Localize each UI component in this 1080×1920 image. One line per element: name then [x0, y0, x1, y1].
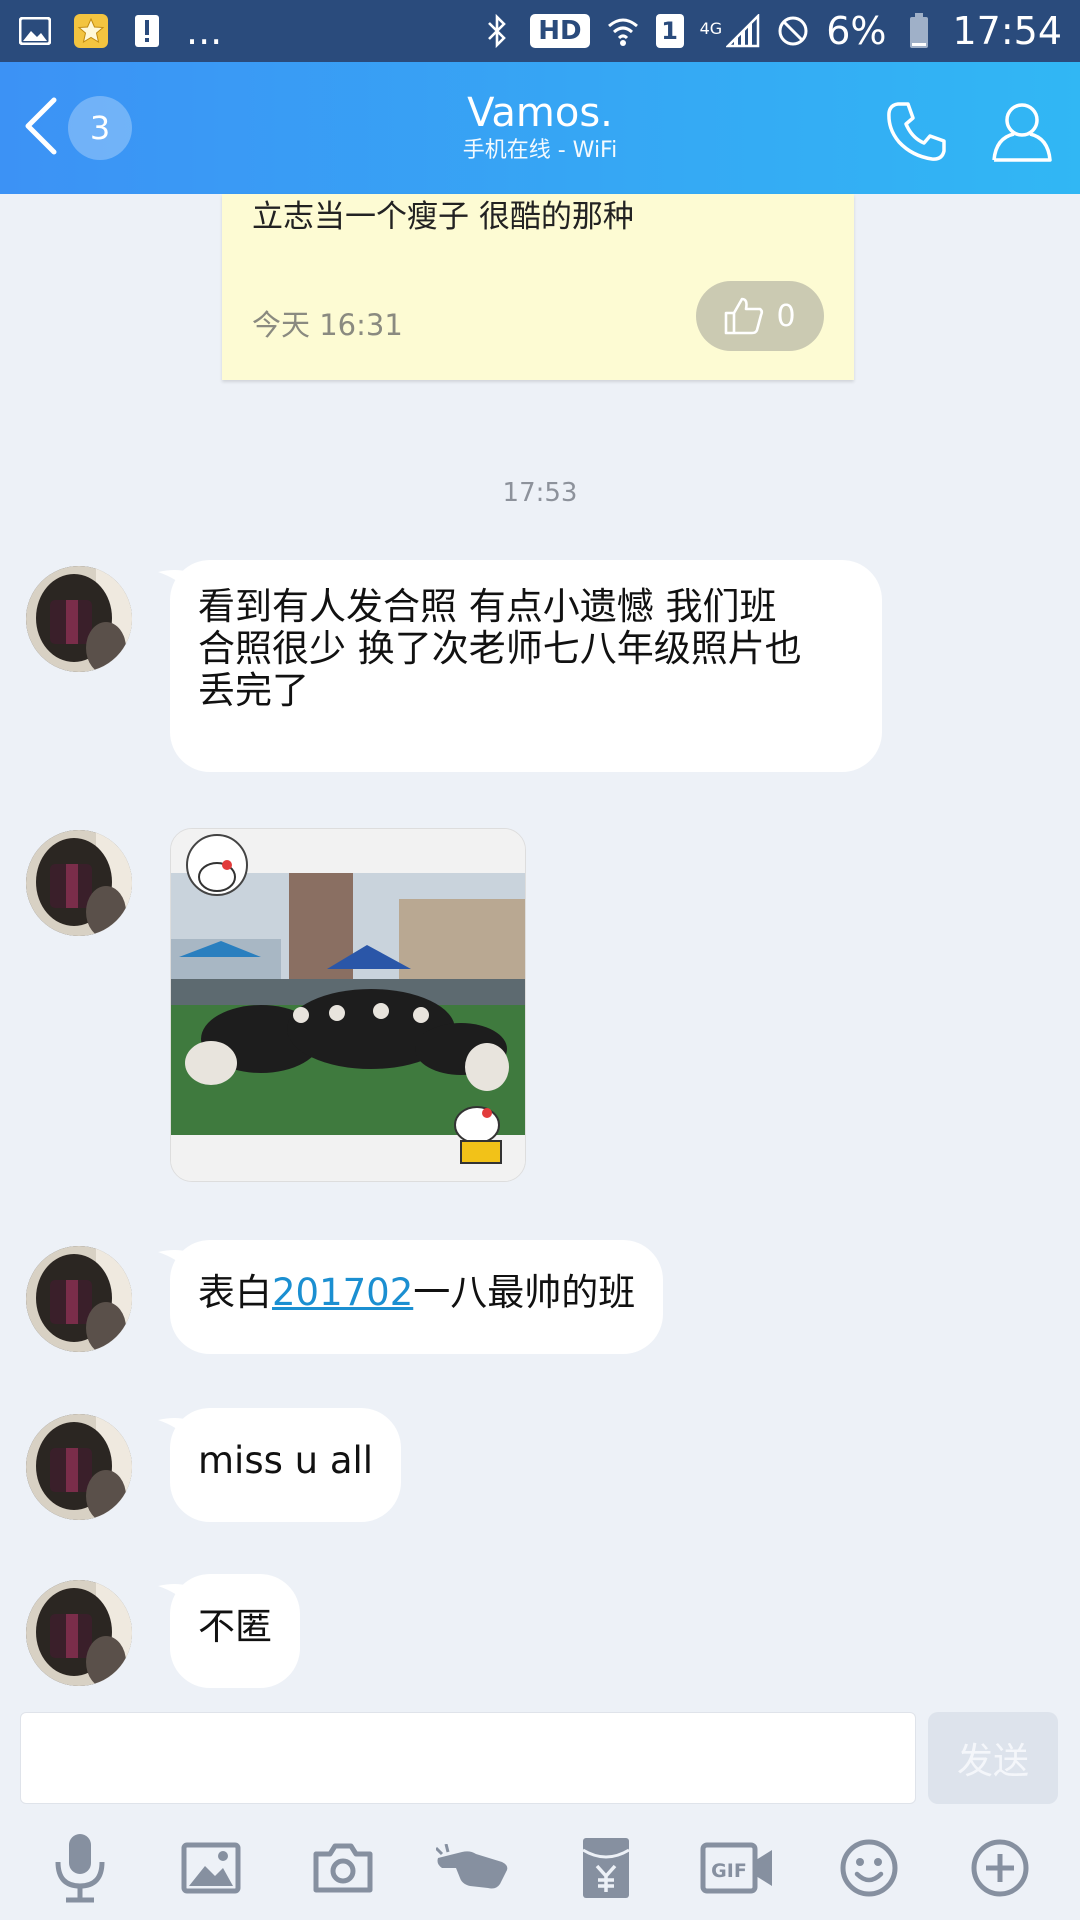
call-button[interactable]	[884, 98, 950, 164]
poke-button[interactable]	[434, 1828, 514, 1908]
note-text: 立志当一个瘦子 很酷的那种	[252, 199, 634, 235]
avatar-image	[26, 1414, 132, 1520]
clock: 17:54	[952, 9, 1062, 53]
note-time: 今天 16:31	[252, 308, 403, 342]
avatar[interactable]	[26, 830, 132, 936]
emoji-icon	[840, 1839, 898, 1897]
bluetooth-icon	[480, 14, 514, 48]
message-bubble[interactable]: 不匿	[170, 1574, 300, 1688]
avatar[interactable]	[26, 1246, 132, 1352]
avatar-image	[26, 1246, 132, 1352]
person-icon	[992, 103, 1052, 162]
camera-button[interactable]	[303, 1828, 383, 1908]
microphone-icon	[55, 1834, 105, 1903]
alert-notification-icon	[130, 14, 164, 48]
avatar[interactable]	[26, 1414, 132, 1520]
message-bubble[interactable]: miss u all	[170, 1408, 402, 1522]
message-bubble[interactable]: 看到有人发合照 有点小遗憾 我们班 合照很少 换了次老师七八年级照片也 丢完了	[170, 560, 882, 772]
image-icon	[181, 1842, 241, 1894]
chat-header: 3 Vamos. 手机在线 - WiFi	[0, 62, 1080, 194]
battery-percent: 6%	[826, 9, 887, 53]
message-line: 合照很少 换了次老师七八年级照片也	[198, 627, 802, 670]
gif-button[interactable]: GIF	[697, 1828, 777, 1908]
message-text: miss u all	[198, 1439, 374, 1482]
gif-icon: GIF	[700, 1842, 773, 1894]
status-bar: ... HD 1 4G 6% 17:54	[0, 0, 1080, 62]
do-not-disturb-icon	[776, 14, 810, 48]
app-notification-icon	[74, 14, 108, 48]
phone-icon	[887, 102, 946, 161]
message-bubble[interactable]: 表白201702一八最帅的班	[170, 1240, 664, 1354]
camera-icon	[313, 1843, 373, 1893]
wifi-icon	[606, 14, 640, 48]
like-button[interactable]: 0	[696, 281, 824, 351]
message-input[interactable]	[20, 1712, 916, 1804]
photo-message[interactable]	[170, 828, 526, 1182]
signal-icon	[726, 14, 760, 48]
plus-icon	[971, 1839, 1029, 1897]
avatar[interactable]	[26, 566, 132, 672]
input-toolbar: GIF	[0, 1816, 1080, 1920]
sim-badge: 1	[655, 14, 684, 48]
thumbs-up-icon	[725, 297, 764, 335]
profile-button[interactable]	[990, 98, 1054, 164]
like-count: 0	[776, 298, 796, 334]
more-notifications: ...	[186, 9, 223, 53]
send-button[interactable]: 发送	[928, 1712, 1058, 1804]
more-button[interactable]	[960, 1828, 1040, 1908]
poke-icon	[436, 1844, 508, 1889]
avatar-image	[26, 566, 132, 672]
gallery-notification-icon	[18, 14, 52, 48]
time-divider: 17:53	[502, 478, 578, 508]
red-packet-icon	[581, 1838, 630, 1898]
class-photo-image	[171, 829, 525, 1181]
message-line: 丢完了	[198, 669, 309, 712]
image-button[interactable]	[171, 1828, 251, 1908]
message-link[interactable]: 201702	[272, 1271, 413, 1314]
battery-icon	[902, 13, 936, 48]
message-text: 表白	[198, 1271, 272, 1314]
message-text: 一八最帅的班	[413, 1271, 636, 1314]
avatar-image	[26, 830, 132, 936]
voice-button[interactable]	[40, 1828, 120, 1908]
message-text: 不匿	[198, 1605, 272, 1648]
status-note-card[interactable]: 立志当一个瘦子 很酷的那种 今天 16:31 0	[222, 194, 854, 380]
hd-badge: HD	[530, 14, 590, 48]
message-line: 看到有人发合照 有点小遗憾 我们班	[198, 585, 777, 628]
network-type: 4G	[699, 19, 723, 38]
avatar-image	[26, 1580, 132, 1686]
red-packet-button[interactable]	[566, 1828, 646, 1908]
avatar[interactable]	[26, 1580, 132, 1686]
emoji-button[interactable]	[829, 1828, 909, 1908]
gif-label: GIF	[711, 1860, 747, 1882]
